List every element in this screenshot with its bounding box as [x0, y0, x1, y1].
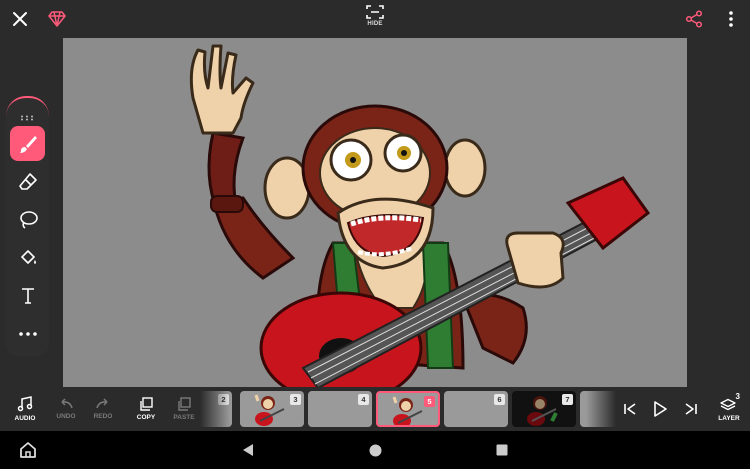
hide-button[interactable]: HIDE: [360, 4, 390, 34]
undo-icon: [61, 398, 73, 409]
share-icon[interactable]: [682, 7, 706, 31]
layer-label: LAYER: [718, 415, 740, 422]
home-icon[interactable]: [365, 440, 385, 460]
eraser-icon: [18, 172, 37, 190]
layer-button[interactable]: 3 LAYER: [709, 387, 749, 431]
redo-label: REDO: [93, 413, 113, 420]
frame-thumbnail[interactable]: 6: [444, 391, 508, 427]
timeline-fade-right: [586, 390, 616, 428]
copy-icon: [140, 397, 153, 411]
system-nav-bar: [0, 431, 750, 469]
frame-number: 5: [424, 396, 435, 407]
frame-number: 4: [358, 394, 369, 405]
undo-button[interactable]: UNDO: [46, 387, 86, 431]
frame-timeline[interactable]: 2 3 4 5 6 7: [200, 390, 616, 428]
drawing-canvas[interactable]: [63, 38, 687, 387]
next-frame-icon[interactable]: [679, 397, 703, 421]
music-note-icon: [17, 396, 33, 412]
text-icon: [21, 287, 34, 304]
diamond-icon[interactable]: [45, 7, 69, 31]
frame-number: 7: [562, 394, 573, 405]
paint-bucket-icon: [20, 249, 36, 264]
tool-panel: [6, 96, 49, 356]
frame-number: 6: [494, 394, 505, 405]
copy-button[interactable]: COPY: [126, 387, 166, 431]
eraser-tool[interactable]: [10, 164, 45, 199]
redo-button[interactable]: REDO: [83, 387, 123, 431]
paste-label: PASTE: [173, 414, 195, 421]
lasso-icon: [19, 210, 38, 229]
redo-icon: [96, 398, 108, 409]
close-icon[interactable]: [8, 7, 32, 31]
bottom-bar: AUDIO UNDO REDO COPY PASTE 2 3 4 5 6: [0, 387, 750, 431]
brush-icon: [19, 135, 37, 153]
more-vertical-icon[interactable]: [719, 7, 743, 31]
frame-number: 3: [290, 394, 301, 405]
paste-icon: [178, 397, 191, 411]
audio-button[interactable]: AUDIO: [5, 387, 45, 431]
back-icon[interactable]: [238, 440, 258, 460]
frame-thumbnail[interactable]: 4: [308, 391, 372, 427]
hide-label: HIDE: [367, 21, 383, 27]
timeline-fade-left: [200, 390, 230, 428]
undo-label: UNDO: [56, 413, 76, 420]
paste-button[interactable]: PASTE: [164, 387, 204, 431]
text-tool[interactable]: [10, 278, 45, 313]
frame-thumbnail[interactable]: 7: [512, 391, 576, 427]
recents-icon[interactable]: [492, 440, 512, 460]
drag-handle-icon[interactable]: [20, 108, 34, 126]
audio-label: AUDIO: [14, 415, 36, 422]
brush-tool[interactable]: [10, 126, 45, 161]
layers-icon: 3: [720, 392, 740, 412]
hide-icon: [366, 5, 384, 19]
play-icon[interactable]: [647, 396, 673, 422]
monkey-guitar-drawing: [189, 44, 651, 387]
top-bar: HIDE: [0, 0, 750, 38]
layer-count: 3: [735, 392, 740, 401]
more-horizontal-icon: [18, 331, 37, 336]
lasso-tool[interactable]: [10, 202, 45, 237]
previous-frame-icon[interactable]: [618, 397, 642, 421]
frame-thumbnail[interactable]: 3: [240, 391, 304, 427]
more-tools[interactable]: [10, 316, 45, 351]
copy-label: COPY: [136, 414, 156, 421]
app-home-icon[interactable]: [17, 439, 39, 461]
fill-tool[interactable]: [10, 240, 45, 275]
frame-thumbnail-selected[interactable]: 5: [376, 391, 440, 427]
